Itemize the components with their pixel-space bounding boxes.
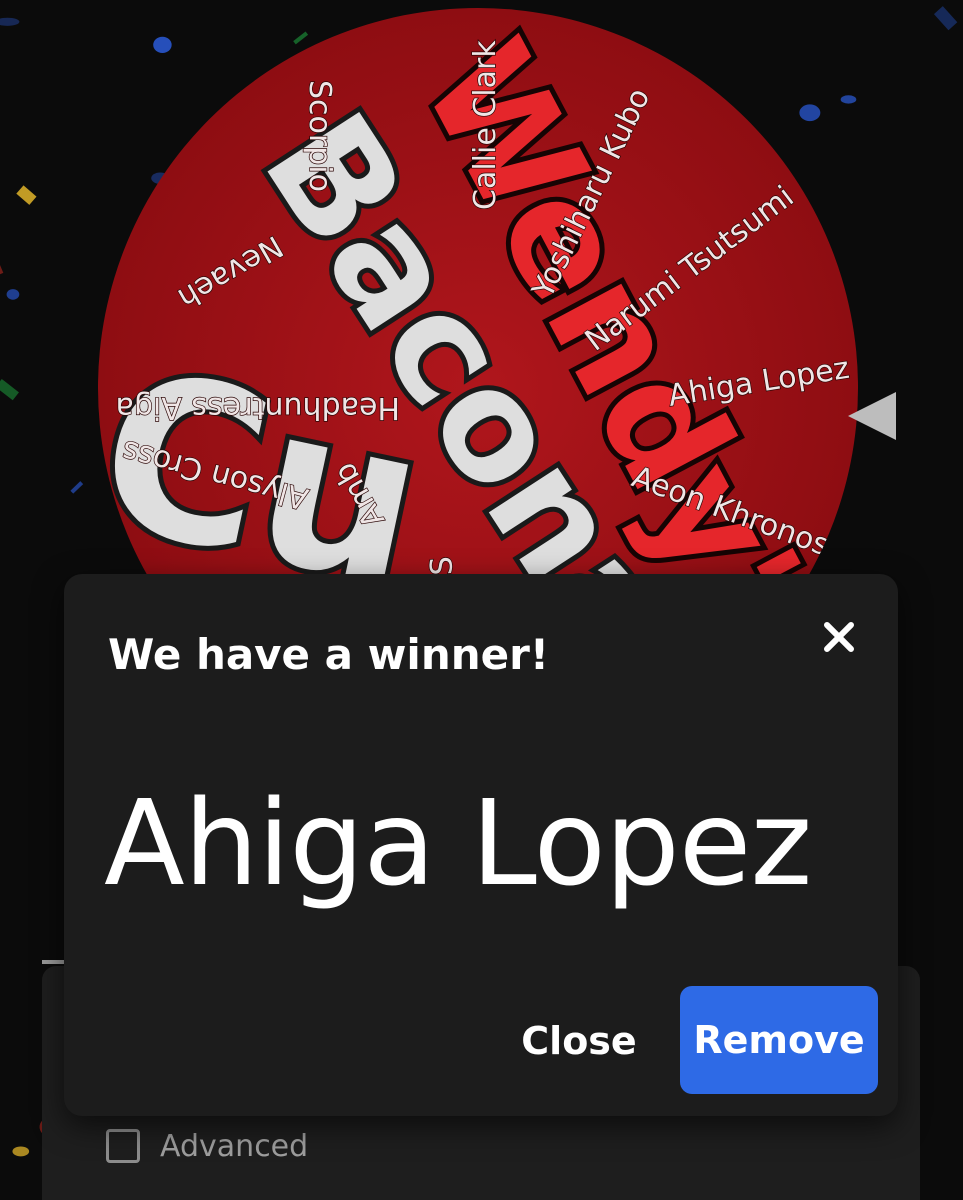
- confetti-piece: [12, 1146, 30, 1157]
- page-stage: Wendy's Bacona Cu Callie Clark Yoshiharu…: [0, 0, 963, 1200]
- winner-name: Ahiga Lopez: [104, 774, 812, 912]
- advanced-checkbox[interactable]: [106, 1129, 140, 1163]
- winner-dialog: We have a winner! Ahiga Lopez Close Remo…: [64, 574, 898, 1116]
- advanced-option[interactable]: Advanced: [106, 1126, 308, 1166]
- wheel-name-scorpio: Scorpio: [302, 80, 337, 192]
- close-button[interactable]: Close: [494, 986, 664, 1096]
- remove-button[interactable]: Remove: [680, 986, 878, 1094]
- panel-divider: [42, 960, 64, 964]
- wheel-name-s: S: [424, 556, 460, 576]
- wheel-name-headhuntress-aiga: Headhuntress Aiga: [116, 390, 400, 425]
- wheel-name-callie-clark: Callie Clark: [468, 40, 503, 210]
- spinner-wheel[interactable]: Wendy's Bacona Cu Callie Clark Yoshiharu…: [0, 0, 963, 600]
- close-icon[interactable]: [820, 618, 858, 656]
- advanced-label: Advanced: [160, 1128, 309, 1164]
- dialog-title: We have a winner!: [108, 630, 549, 679]
